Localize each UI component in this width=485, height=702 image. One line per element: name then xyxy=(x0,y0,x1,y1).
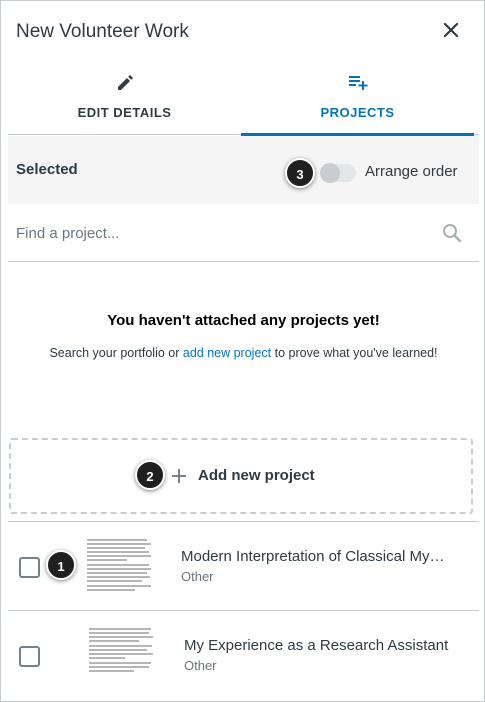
tab-edit-details[interactable]: EDIT DETAILS xyxy=(8,63,241,135)
search-icon[interactable] xyxy=(441,222,463,244)
plus-icon xyxy=(172,469,186,483)
volunteer-work-panel: New Volunteer Work EDIT DETAILS PROJECTS… xyxy=(0,0,485,702)
callout-badge-2: 2 xyxy=(135,460,165,490)
playlist-add-icon xyxy=(348,76,367,90)
close-button[interactable] xyxy=(440,19,462,41)
add-new-project-label: Add new project xyxy=(198,467,315,484)
panel-header: New Volunteer Work xyxy=(1,1,484,63)
project-title[interactable]: Modern Interpretation of Classical My… xyxy=(181,548,471,565)
empty-state-title: You haven't attached any projects yet! xyxy=(107,312,380,329)
tab-bar: EDIT DETAILS PROJECTS xyxy=(8,63,479,136)
empty-state-text-after: to prove what you've learned! xyxy=(271,346,438,360)
selected-label: Selected xyxy=(16,161,78,178)
close-icon xyxy=(443,22,459,38)
project-thumbnail xyxy=(83,535,155,599)
empty-state-text-before: Search your portfolio or xyxy=(49,346,183,360)
arrange-order-toggle[interactable] xyxy=(320,163,356,183)
tab-projects-label: PROJECTS xyxy=(320,105,395,120)
callout-badge-1: 1 xyxy=(46,550,76,580)
project-type: Other xyxy=(181,569,214,584)
add-new-project-link[interactable]: add new project xyxy=(183,346,271,360)
search-input[interactable] xyxy=(16,222,426,244)
project-row[interactable]: 1 Modern Interpretation of Classical My…… xyxy=(8,522,479,610)
toggle-knob xyxy=(320,163,340,183)
empty-state: You haven't attached any projects yet! S… xyxy=(8,263,479,433)
project-title[interactable]: My Experience as a Research Assistant xyxy=(184,637,474,654)
selected-bar: Selected 3 Arrange order xyxy=(8,136,479,204)
tab-projects[interactable]: PROJECTS xyxy=(241,63,474,136)
arrange-order-label: Arrange order xyxy=(365,163,458,180)
callout-badge-3: 3 xyxy=(285,158,315,188)
tab-edit-details-label: EDIT DETAILS xyxy=(77,105,172,120)
project-row[interactable]: My Experience as a Research Assistant Ot… xyxy=(8,611,479,699)
project-search xyxy=(8,204,479,262)
add-new-project-button[interactable]: 2 Add new project xyxy=(9,438,473,514)
pencil-icon xyxy=(117,75,133,90)
project-checkbox[interactable] xyxy=(19,557,40,578)
panel-title: New Volunteer Work xyxy=(16,21,189,42)
project-thumbnail xyxy=(85,624,157,688)
project-checkbox[interactable] xyxy=(19,646,40,667)
empty-state-description: Search your portfolio or add new project… xyxy=(48,343,439,363)
project-type: Other xyxy=(184,658,217,673)
